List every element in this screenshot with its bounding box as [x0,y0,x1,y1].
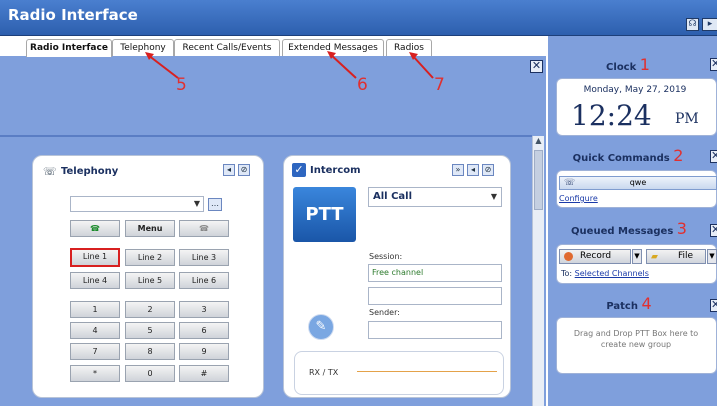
annotation-5: 5 [176,75,187,95]
annotation-7: 7 [434,75,445,95]
tab-radio-interface[interactable]: Radio Interface [26,39,112,57]
arrow-5-shaft [147,54,179,79]
annotation-6: 6 [357,75,368,95]
arrow-6-shaft [329,53,357,79]
arrow-7-shaft [411,54,434,79]
annotation-overlay [145,51,434,79]
